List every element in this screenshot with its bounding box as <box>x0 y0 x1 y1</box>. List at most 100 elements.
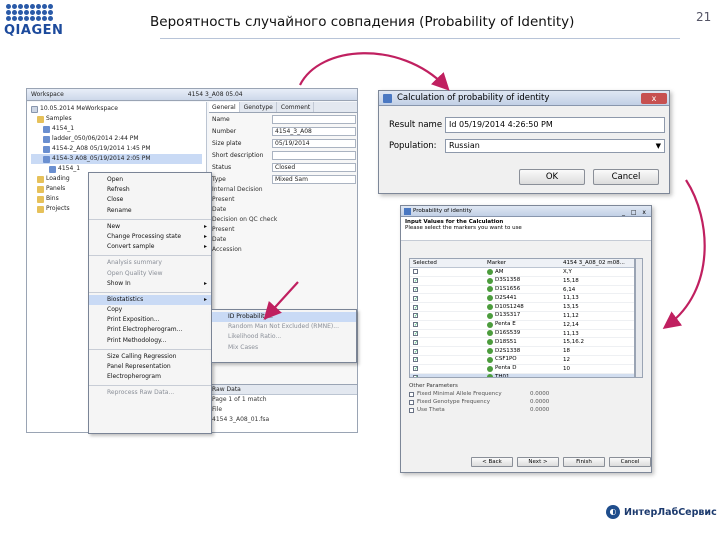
raw-data-row[interactable]: Page 1 of 1 match <box>209 395 357 405</box>
genotype-cell: 10 <box>563 365 570 372</box>
table-row[interactable]: ✓ D2S1338 18 <box>410 347 634 356</box>
parameter-option[interactable]: Fixed Genotype Frequency 0.0000 <box>409 398 635 406</box>
menu-item[interactable]: Print Methodology... <box>89 336 211 346</box>
checkbox[interactable]: ✓ <box>413 330 418 336</box>
workspace-tab[interactable]: Workspace <box>31 91 64 98</box>
checkbox[interactable]: ✓ <box>413 304 418 310</box>
submenu-item[interactable]: ID Probability... <box>212 312 356 323</box>
menu-item[interactable]: Rename <box>89 206 211 216</box>
tree-item[interactable]: ladder_050/06/2014 2:44 PM <box>31 134 202 144</box>
checkbox[interactable] <box>409 399 414 405</box>
col-selected[interactable]: Selected <box>410 259 484 267</box>
result-name-input[interactable]: Id 05/19/2014 4:26:50 PM <box>445 117 665 133</box>
table-row[interactable]: AM X,Y <box>410 268 634 277</box>
table-row[interactable]: ✓ D18S51 15,16.2 <box>410 338 634 348</box>
submenu-item[interactable]: Random Man Not Excluded (RMNE)... <box>212 322 356 332</box>
tree-item[interactable]: 10.05.2014 MeWorkspace <box>31 104 202 114</box>
menu-item[interactable]: Electropherogram <box>89 372 211 382</box>
menu-item[interactable]: Print Exposition... <box>89 315 211 325</box>
menu-item[interactable]: Show In <box>89 279 211 289</box>
menu-item[interactable]: Change Processing state <box>89 232 211 242</box>
table-row[interactable]: ✓ TH01 <box>410 373 634 377</box>
property-value[interactable]: 4154_3_A08 <box>272 126 356 136</box>
property-value[interactable] <box>272 150 356 160</box>
other-parameters: Other Parameters Fixed Minimal Allele Fr… <box>409 382 635 422</box>
ok-button[interactable]: OK <box>519 169 585 185</box>
col-sample[interactable]: 4154 3_A08_02 m08... <box>560 259 634 267</box>
menu-item[interactable]: Copy <box>89 305 211 315</box>
property-value[interactable]: 05/19/2014 <box>272 138 356 148</box>
poi-header-subtitle: Please select the markers you want to us… <box>405 225 522 231</box>
selected-cell: ✓ <box>410 294 484 302</box>
property-section: Present <box>212 196 235 203</box>
title-divider <box>160 38 680 39</box>
selected-cell <box>410 268 484 276</box>
checkbox[interactable]: ✓ <box>413 348 418 354</box>
table-row[interactable]: ✓ D16S539 11,13 <box>410 330 634 339</box>
checkbox[interactable] <box>409 407 414 413</box>
submenu-item[interactable]: Mix Cases <box>212 343 356 353</box>
table-row[interactable]: ✓ D3S1358 15,18 <box>410 277 634 286</box>
submenu-item[interactable]: Likelihood Ratio... <box>212 332 356 342</box>
checkbox[interactable]: ✓ <box>413 322 418 328</box>
col-marker[interactable]: Marker <box>484 259 560 267</box>
population-value: Russian <box>449 141 480 150</box>
menu-item[interactable]: Open <box>89 175 211 185</box>
menu-item[interactable]: New <box>89 222 211 232</box>
wizard-button[interactable]: Next > <box>517 457 559 467</box>
checkbox[interactable]: ✓ <box>413 313 418 319</box>
table-row[interactable]: ✓ D13S317 11,12 <box>410 312 634 321</box>
table-row[interactable]: ✓ Penta D 10 <box>410 365 634 374</box>
wizard-button[interactable]: < Back <box>471 457 513 467</box>
checkbox[interactable]: ✓ <box>413 366 418 372</box>
checkbox[interactable]: ✓ <box>413 286 418 292</box>
property-value[interactable] <box>272 114 356 124</box>
menu-item[interactable]: Size Calling Regression <box>89 352 211 362</box>
parameter-option[interactable]: Use Theta 0.0000 <box>409 406 635 414</box>
wizard-button[interactable]: Finish <box>563 457 605 467</box>
menu-separator <box>89 289 211 293</box>
table-row[interactable]: ✓ CSF1PO 12 <box>410 356 634 365</box>
raw-data-row[interactable]: File <box>209 405 357 415</box>
props-tab[interactable]: Genotype <box>241 102 277 112</box>
population-select[interactable]: Russian ▼ <box>445 139 665 153</box>
table-row[interactable]: ✓ D1S1656 6,14 <box>410 286 634 295</box>
property-value[interactable]: Mixed Sam <box>272 174 356 184</box>
window-controls[interactable]: _ □ x <box>622 207 648 218</box>
props-tab[interactable]: General <box>209 102 240 112</box>
menu-item[interactable]: Refresh <box>89 185 211 195</box>
props-header-tab[interactable]: 4154 3_A08 05.04 <box>188 91 243 98</box>
tree-item[interactable]: 4154_1 <box>31 124 202 134</box>
checkbox[interactable]: ✓ <box>413 374 418 377</box>
menu-item[interactable]: Panel Representation <box>89 362 211 372</box>
menu-item[interactable]: Reprocess Raw Data... <box>89 388 211 398</box>
table-row[interactable]: ✓ D10S1248 13,15 <box>410 303 634 312</box>
raw-data-row[interactable]: 4154 3_A08_01.fsa <box>209 415 357 425</box>
wizard-button[interactable]: Cancel <box>609 457 651 467</box>
menu-item[interactable]: Open Quality View <box>89 269 211 279</box>
checkbox[interactable] <box>413 269 418 275</box>
checkbox[interactable]: ✓ <box>413 295 418 301</box>
checkbox[interactable] <box>409 391 414 397</box>
poi-header: Input Values for the Calculation Please … <box>401 217 651 241</box>
menu-item[interactable]: Print Electropherogram... <box>89 325 211 335</box>
menu-item[interactable]: Biostatistics <box>89 294 211 305</box>
table-row[interactable]: ✓ Penta E 12,14 <box>410 321 634 330</box>
close-icon[interactable]: x <box>641 93 667 104</box>
checkbox[interactable]: ✓ <box>413 278 418 284</box>
tree-item[interactable]: 4154-3 A08_05/19/2014 2:05 PM <box>31 154 202 164</box>
checkbox[interactable]: ✓ <box>413 357 418 363</box>
menu-item[interactable]: Close <box>89 195 211 205</box>
cancel-button[interactable]: Cancel <box>593 169 659 185</box>
tree-item[interactable]: Samples <box>31 114 202 124</box>
checkbox[interactable]: ✓ <box>413 339 418 345</box>
tree-item[interactable]: 4154-2_A08 05/19/2014 1:45 PM <box>31 144 202 154</box>
menu-item[interactable]: Analysis summary <box>89 258 211 268</box>
marker-cell: D2S1338 <box>484 347 560 355</box>
marker-table-scrollbar[interactable] <box>635 258 643 378</box>
menu-item[interactable]: Convert sample <box>89 242 211 252</box>
marker-table-header: Selected Marker 4154 3_A08_02 m08... <box>410 259 634 268</box>
props-tab[interactable]: Comment <box>278 102 315 112</box>
property-value[interactable]: Closed <box>272 162 356 172</box>
parameter-option[interactable]: Fixed Minimal Allele Frequency 0.0000 <box>409 390 635 398</box>
